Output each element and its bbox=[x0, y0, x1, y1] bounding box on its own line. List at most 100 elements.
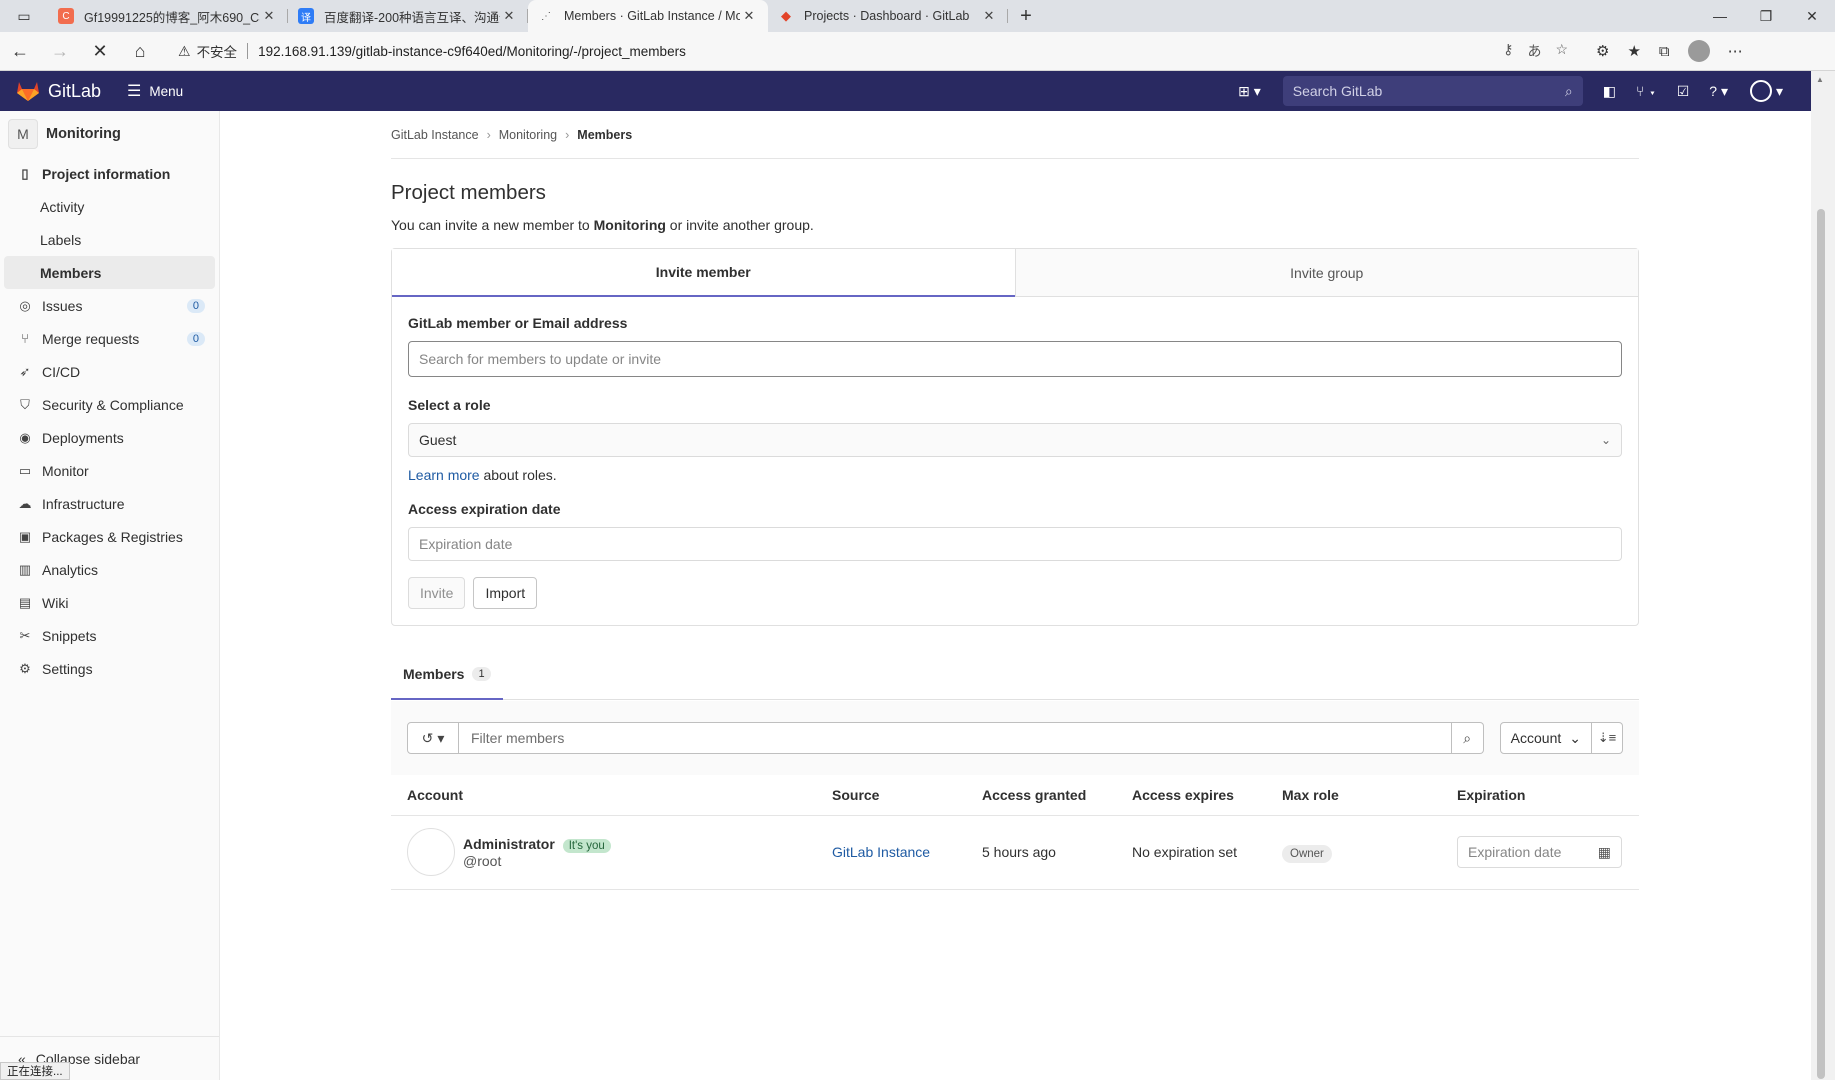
role-select[interactable]: Guest ⌄ bbox=[408, 423, 1622, 457]
browser-tab-projects[interactable]: ◆ Projects · Dashboard · GitLab ✕ bbox=[768, 0, 1008, 32]
add-favorite-icon[interactable]: ☆ bbox=[1555, 41, 1568, 61]
page-scrollbar[interactable]: ▲ bbox=[1811, 71, 1835, 1080]
sidebar-item-deployments[interactable]: ◉ Deployments bbox=[0, 421, 219, 454]
breadcrumb-current[interactable]: Members bbox=[577, 128, 632, 142]
sidebar-item-project-information[interactable]: ▯ Project information bbox=[0, 157, 219, 190]
tab-invite-group[interactable]: Invite group bbox=[1014, 249, 1638, 297]
chevron-down-icon: ▾ bbox=[437, 729, 445, 746]
sidebar-item-monitor[interactable]: ▭ Monitor bbox=[0, 454, 219, 487]
chevron-down-icon: ⌄ bbox=[1600, 433, 1611, 447]
member-name[interactable]: Administrator bbox=[463, 836, 555, 852]
member-search-input[interactable]: Search for members to update or invite bbox=[408, 341, 1622, 377]
tab-title: Members · GitLab Instance / Mon bbox=[564, 9, 740, 23]
sidebar-item-labels[interactable]: Labels bbox=[0, 223, 219, 256]
favorites-icon[interactable]: ★ bbox=[1627, 42, 1640, 60]
scrollbar-thumb[interactable] bbox=[1817, 209, 1825, 1079]
address-bar-row: ← → ✕ ⌂ ⚠ 不安全 192.168.91.139/gitlab-inst… bbox=[0, 32, 1835, 71]
minimize-icon[interactable]: — bbox=[1697, 0, 1743, 32]
sidebar-item-label: Analytics bbox=[42, 561, 99, 578]
search-input[interactable]: Search GitLab ⌕ bbox=[1282, 76, 1583, 106]
search-button[interactable]: ⌕ bbox=[1451, 722, 1484, 754]
key-icon[interactable]: ⚷ bbox=[1503, 41, 1513, 61]
sidebar-context-header[interactable]: M Monitoring bbox=[0, 111, 219, 157]
sidebar-item-activity[interactable]: Activity bbox=[0, 190, 219, 223]
menu-button[interactable]: ☰ Menu bbox=[127, 81, 183, 101]
merge-requests-icon[interactable]: ⑂ ▾ bbox=[1636, 83, 1657, 99]
extensions-icon[interactable]: ⚙ bbox=[1596, 42, 1609, 60]
url-field[interactable]: ⚠ 不安全 192.168.91.139/gitlab-instance-c9f… bbox=[168, 36, 1578, 66]
cloud-icon: ☁ bbox=[18, 495, 32, 511]
breadcrumb-link-instance[interactable]: GitLab Instance bbox=[391, 128, 479, 142]
back-icon[interactable]: ← bbox=[0, 33, 40, 69]
sidebar-item-settings[interactable]: ⚙ Settings bbox=[0, 652, 219, 685]
sidebar-item-label: Settings bbox=[42, 660, 93, 677]
browser-tab-members[interactable]: ⋰ Members · GitLab Instance / Mon ✕ bbox=[528, 0, 768, 32]
learn-more-link[interactable]: Learn more bbox=[408, 467, 480, 483]
sidebar-item-label: Security & Compliance bbox=[42, 396, 184, 413]
import-button[interactable]: Import bbox=[473, 577, 538, 609]
member-source-link[interactable]: GitLab Instance bbox=[832, 844, 930, 860]
home-icon[interactable]: ⌂ bbox=[120, 33, 160, 69]
user-menu[interactable]: ▾ bbox=[1749, 80, 1783, 102]
restore-icon[interactable]: ❐ bbox=[1743, 0, 1789, 32]
close-tab-icon[interactable]: ✕ bbox=[500, 8, 518, 24]
sidebar-item-label: Deployments bbox=[42, 429, 124, 446]
sidebar-item-wiki[interactable]: ▤ Wiki bbox=[0, 586, 219, 619]
tab-members[interactable]: Members 1 bbox=[391, 650, 503, 700]
new-dropdown-icon[interactable]: ⊞ ▾ bbox=[1238, 83, 1261, 100]
sidebar-item-packages[interactable]: ▣ Packages & Registries bbox=[0, 520, 219, 553]
sidebar-item-security[interactable]: ⛉ Security & Compliance bbox=[0, 388, 219, 421]
invite-button[interactable]: Invite bbox=[408, 577, 466, 609]
merge-request-icon: ⑂ bbox=[21, 331, 29, 346]
baidu-translate-favicon-icon: 译 bbox=[298, 8, 314, 24]
sort-label: Account bbox=[1510, 730, 1562, 746]
todos-icon[interactable]: ☑ bbox=[1677, 83, 1690, 100]
profile-avatar-icon[interactable] bbox=[1687, 40, 1710, 62]
expiration-date-input[interactable]: Expiration date bbox=[408, 527, 1622, 561]
breadcrumb-link-project[interactable]: Monitoring bbox=[499, 128, 557, 142]
project-avatar: M bbox=[8, 119, 38, 149]
tab-actions-icon[interactable]: ▭ bbox=[0, 0, 48, 32]
sidebar-item-infrastructure[interactable]: ☁ Infrastructure bbox=[0, 487, 219, 520]
column-header-access-expires: Access expires bbox=[1116, 775, 1266, 816]
close-tab-icon[interactable]: ✕ bbox=[980, 8, 998, 24]
scroll-up-icon[interactable]: ▲ bbox=[1816, 75, 1824, 84]
close-tab-icon[interactable]: ✕ bbox=[740, 8, 758, 24]
history-icon: ↺ bbox=[421, 729, 434, 746]
more-menu-icon[interactable]: ⋯ bbox=[1728, 42, 1743, 60]
tab-invite-member[interactable]: Invite member bbox=[392, 249, 1015, 297]
new-tab-button[interactable]: + bbox=[1008, 0, 1044, 32]
read-aloud-icon[interactable]: あ bbox=[1527, 41, 1541, 61]
issues-icon[interactable]: ◧ bbox=[1603, 83, 1616, 100]
sidebar-item-cicd[interactable]: ➶ CI/CD bbox=[0, 355, 219, 388]
gitlab-home-link[interactable]: GitLab bbox=[16, 80, 101, 102]
book-icon: ▤ bbox=[18, 594, 32, 610]
chart-icon: ▥ bbox=[18, 561, 32, 577]
stop-loading-icon[interactable]: ✕ bbox=[80, 33, 120, 69]
sort-by-dropdown[interactable]: Account ⌄ bbox=[1499, 722, 1592, 754]
sidebar-item-issues[interactable]: ◎ Issues 0 bbox=[0, 289, 219, 322]
learn-more-text: Learn more about roles. bbox=[408, 467, 1622, 483]
browser-tab-baidu[interactable]: 译 百度翻译-200种语言互译、沟通全世界 ✕ bbox=[288, 0, 528, 32]
sidebar-item-merge-requests[interactable]: ⑂ Merge requests 0 bbox=[0, 322, 219, 355]
collections-icon[interactable]: ⧉ bbox=[1659, 43, 1670, 60]
monitor-icon: ▭ bbox=[18, 462, 32, 478]
avatar[interactable] bbox=[407, 828, 455, 876]
column-header-access-granted: Access granted bbox=[966, 775, 1116, 816]
column-header-expiration: Expiration bbox=[1441, 775, 1639, 816]
filter-members-input[interactable]: Filter members bbox=[459, 722, 1452, 754]
close-window-icon[interactable]: ✕ bbox=[1789, 0, 1835, 32]
column-header-account: Account bbox=[391, 775, 816, 816]
sidebar-item-analytics[interactable]: ▥ Analytics bbox=[0, 553, 219, 586]
sidebar-item-snippets[interactable]: ✂ Snippets bbox=[0, 619, 219, 652]
sort-direction-button[interactable]: ⇣≡ bbox=[1592, 722, 1623, 754]
close-tab-icon[interactable]: ✕ bbox=[260, 8, 278, 24]
forward-icon[interactable]: → bbox=[40, 33, 80, 69]
help-icon[interactable]: ? ▾ bbox=[1709, 83, 1728, 100]
member-expiration-input[interactable]: Expiration date ▦ bbox=[1457, 836, 1622, 868]
browser-tab-csdn[interactable]: C Gf19991225的博客_阿木690_CSDN ✕ bbox=[48, 0, 288, 32]
sidebar-item-label: Labels bbox=[40, 231, 82, 248]
sidebar-item-members[interactable]: Members bbox=[4, 256, 215, 289]
recent-searches-button[interactable]: ↺ ▾ bbox=[407, 722, 459, 754]
warning-icon: ⚠ bbox=[178, 42, 191, 59]
